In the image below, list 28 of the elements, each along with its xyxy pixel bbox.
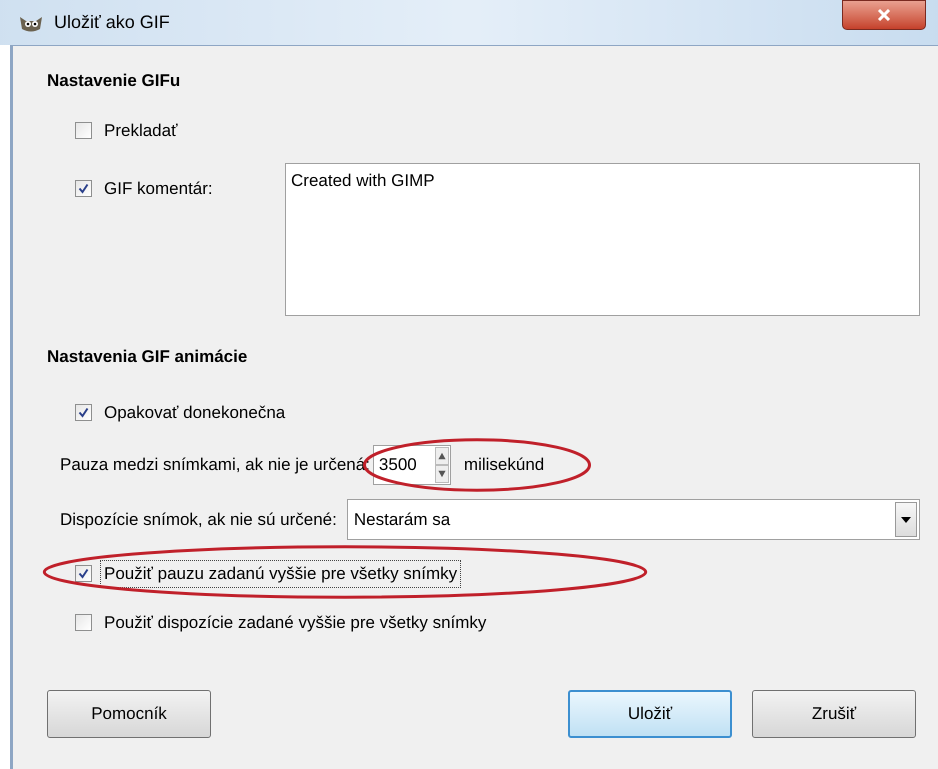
checkmark-icon	[78, 406, 89, 418]
spin-field[interactable]: 3500	[372, 445, 451, 485]
window-title: Uložiť ako GIF	[54, 11, 170, 34]
close-button[interactable]	[842, 0, 926, 30]
dialog-button[interactable]: Zrušiť	[752, 690, 916, 738]
close-icon	[877, 9, 891, 21]
comment-field[interactable]: Created with GIMP	[285, 163, 920, 316]
checkmark-icon	[78, 183, 89, 194]
checkbox-label: GIF komentár:	[104, 178, 213, 200]
unit-label: milisekúnd	[464, 454, 544, 476]
checkbox[interactable]	[75, 404, 92, 421]
disposal-dropdown[interactable]: Nestarám sa	[346, 499, 920, 540]
section-heading: Nastavenie GIFu	[47, 70, 182, 92]
checkbox[interactable]	[75, 122, 92, 139]
spin-down-icon[interactable]	[434, 465, 449, 483]
checkbox[interactable]	[75, 614, 92, 631]
checkbox-label: Prekladať	[104, 120, 178, 142]
checkbox[interactable]	[75, 565, 92, 582]
section-heading: Nastavenia GIF animácie	[47, 346, 248, 368]
field-label: Dispozície snímok, ak nie sú určené:	[60, 508, 337, 531]
spin-up-icon[interactable]	[434, 447, 449, 465]
dialog-button[interactable]: Pomocník	[47, 690, 211, 738]
checkbox-label: Použiť pauzu zadanú vyššie pre všetky snímky	[100, 560, 462, 588]
checkbox-label: Použiť dispozície zadané vyššie pre všetky snímky	[103, 612, 488, 634]
checkmark-icon	[78, 568, 89, 580]
checkbox-label: Opakovať donekonečna	[104, 402, 286, 424]
dialog-button[interactable]: Uložiť	[568, 690, 732, 738]
checkbox[interactable]	[75, 180, 92, 198]
